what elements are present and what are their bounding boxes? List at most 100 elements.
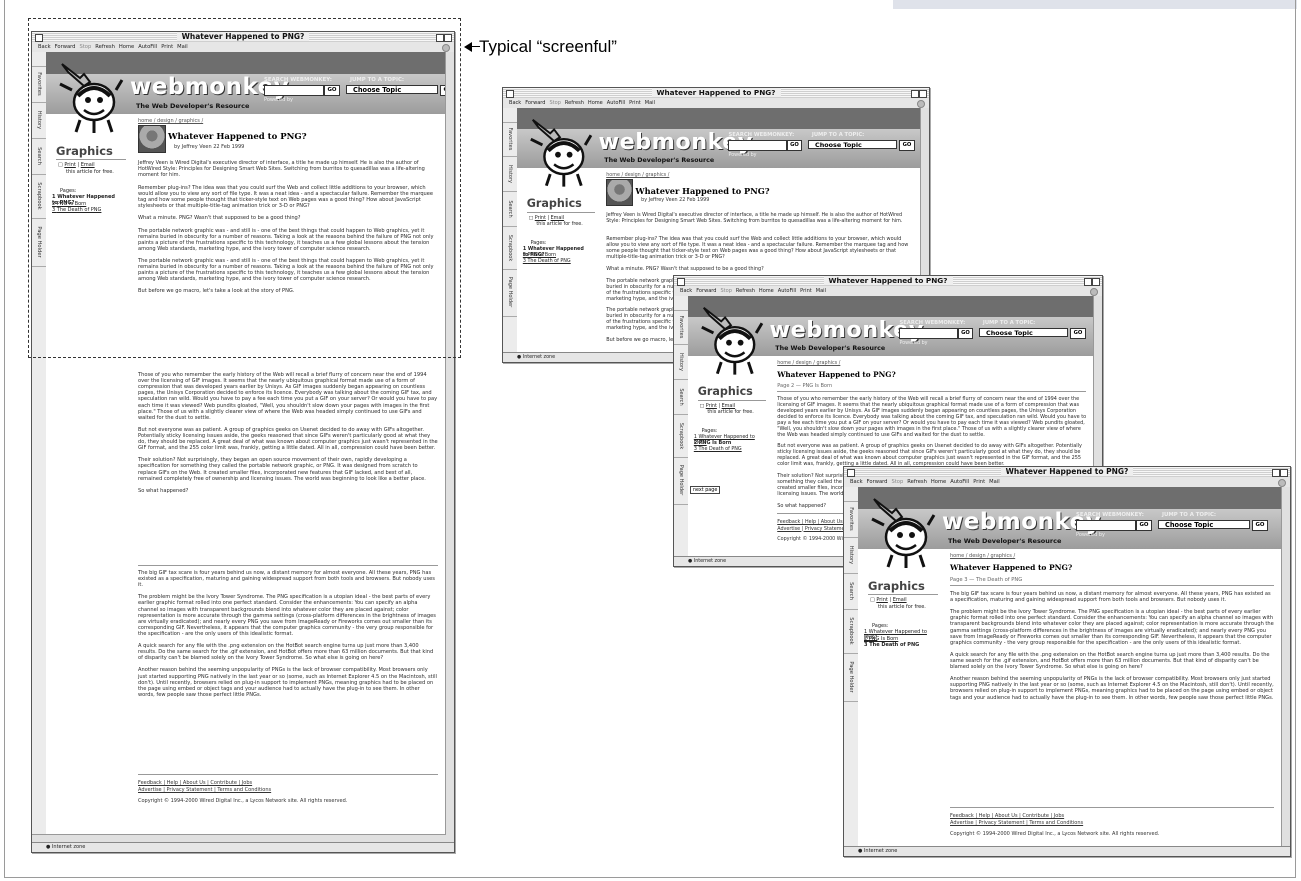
breadcrumb[interactable]: home / design / graphics / bbox=[950, 553, 1015, 559]
toolbar-refresh-button[interactable]: Refresh bbox=[565, 100, 584, 106]
breadcrumb[interactable]: home / design / graphics / bbox=[606, 172, 669, 178]
sidebar-tab-scrapbook[interactable]: Scrapbook bbox=[844, 609, 858, 654]
toolbar-autofill-button[interactable]: AutoFill bbox=[778, 288, 796, 294]
toolbar-autofill-button[interactable]: AutoFill bbox=[607, 100, 625, 106]
breadcrumb[interactable]: home / design / graphics / bbox=[777, 360, 840, 366]
topic-select[interactable]: Choose Topic bbox=[1158, 520, 1250, 529]
page-heading: Page 2 — PNG Is Born bbox=[777, 383, 833, 390]
sidebar-tab-search[interactable]: Search bbox=[674, 379, 688, 416]
page-link-2[interactable]: 2 PNG Is Born bbox=[523, 252, 591, 258]
heading-rule bbox=[950, 585, 1274, 586]
section-rule bbox=[868, 594, 938, 595]
sidebar-tab-favorites[interactable]: Favorites bbox=[674, 310, 688, 346]
sidebar-tab-scrapbook[interactable]: Scrapbook bbox=[503, 226, 517, 270]
toolbar-forward-button[interactable]: Forward bbox=[867, 479, 888, 485]
search-go-button[interactable]: GO bbox=[786, 140, 803, 151]
toolbar-stop-button[interactable]: Stop bbox=[720, 288, 731, 294]
page-link-3[interactable]: 3 The Death of PNG bbox=[694, 446, 762, 452]
toolbar-stop-button[interactable]: Stop bbox=[549, 100, 560, 106]
vertical-scrollbar[interactable] bbox=[1281, 487, 1290, 847]
sidebar-tab-search[interactable]: Search bbox=[844, 573, 858, 610]
powered-by: Powered by bbox=[1076, 532, 1105, 538]
this-article-note: this article for free. bbox=[707, 409, 754, 416]
page-link-2[interactable]: 2 PNG Is Born bbox=[864, 636, 934, 642]
toolbar-home-button[interactable]: Home bbox=[759, 288, 774, 294]
sidebar-tab-favorites[interactable]: Favorites bbox=[844, 501, 858, 538]
page-link-3[interactable]: 3 The Death of PNG bbox=[523, 258, 591, 264]
footer-links-1[interactable]: Feedback | Help | About Us | Contribute … bbox=[138, 780, 438, 787]
page-link-2[interactable]: 2 PNG Is Born bbox=[694, 440, 762, 446]
zoom-box[interactable] bbox=[911, 90, 919, 98]
topic-go-button[interactable]: GO bbox=[899, 140, 915, 151]
body-paragraph: But not everyone was as patient. A group… bbox=[777, 443, 1082, 468]
topic-select[interactable]: Choose Topic bbox=[979, 328, 1069, 337]
search-input[interactable] bbox=[899, 328, 958, 339]
explorer-bar: Favorites History Search Scrapbook Page Hold… bbox=[503, 108, 518, 353]
next-page-link[interactable]: next page bbox=[689, 486, 721, 495]
print-link[interactable]: Print bbox=[706, 403, 717, 409]
page-link-label: The Death of PNG bbox=[527, 258, 571, 265]
page-link-3[interactable]: 3 The Death of PNG bbox=[864, 642, 934, 648]
sidebar-tab-scrapbook[interactable]: Scrapbook bbox=[674, 414, 688, 458]
footer-links-2[interactable]: Advertise | Privacy Statement | Terms an… bbox=[138, 787, 438, 794]
topic-go-button[interactable]: GO bbox=[1070, 328, 1086, 339]
footer-links-2[interactable]: Advertise | Privacy Statement | Terms an… bbox=[950, 820, 1274, 827]
page-link-label: PNG Is Born bbox=[527, 252, 557, 259]
sidebar-tab-page-holder[interactable]: Page Holder bbox=[844, 653, 858, 702]
search-input[interactable] bbox=[1076, 520, 1136, 531]
sidebar-tab-label: Favorites bbox=[507, 127, 513, 151]
toolbar-mail-button[interactable]: Mail bbox=[645, 100, 655, 106]
toolbar-print-button[interactable]: Print bbox=[629, 100, 641, 106]
toolbar-mail-button[interactable]: Mail bbox=[816, 288, 826, 294]
toolbar-back-button[interactable]: Back bbox=[509, 100, 521, 106]
toolbar-stop-button[interactable]: Stop bbox=[891, 479, 903, 485]
zoom-box[interactable] bbox=[1272, 469, 1280, 477]
sidebar-tab-favorites[interactable]: Favorites bbox=[503, 122, 517, 158]
toolbar-back-button[interactable]: Back bbox=[850, 479, 863, 485]
toolbar-refresh-button[interactable]: Refresh bbox=[736, 288, 755, 294]
status-text: Internet zone bbox=[522, 354, 556, 361]
author-photo bbox=[606, 178, 634, 207]
toolbar-forward-button[interactable]: Forward bbox=[696, 288, 716, 294]
print-link[interactable]: Print bbox=[876, 597, 888, 603]
close-box[interactable] bbox=[506, 90, 514, 98]
body-paragraph: Those of you who remember the early hist… bbox=[138, 372, 438, 421]
footer-links-1[interactable]: Feedback | Help | About Us | Contribute … bbox=[950, 813, 1274, 820]
toolbar-home-button[interactable]: Home bbox=[588, 100, 603, 106]
callout-label: Typical “screenful” bbox=[479, 37, 617, 56]
close-box[interactable] bbox=[847, 469, 855, 477]
email-link[interactable]: Email bbox=[893, 597, 907, 603]
sidebar-tab-history[interactable]: History bbox=[674, 345, 688, 381]
email-link[interactable]: Email bbox=[722, 403, 735, 409]
topic-go-button[interactable]: GO bbox=[1252, 520, 1268, 531]
toolbar-back-button[interactable]: Back bbox=[680, 288, 692, 294]
toolbar-print-button[interactable]: Print bbox=[973, 479, 985, 485]
email-link[interactable]: Email bbox=[551, 215, 564, 221]
sidebar-tab-history[interactable]: History bbox=[844, 537, 858, 574]
toolbar-home-button[interactable]: Home bbox=[931, 479, 946, 485]
print-email-links: □ Print | Email bbox=[529, 215, 564, 221]
search-input[interactable] bbox=[728, 140, 787, 151]
collapse-box[interactable] bbox=[1092, 278, 1100, 286]
explorer-bar: Favorites History Search Scrapbook Page Hold… bbox=[844, 487, 859, 847]
toolbar-forward-button[interactable]: Forward bbox=[525, 100, 545, 106]
close-box[interactable] bbox=[677, 278, 685, 286]
body-paragraph: Those of you who remember the early hist… bbox=[777, 395, 1087, 438]
zoom-box[interactable] bbox=[1084, 278, 1092, 286]
window-title-wrap: Whatever Happened to PNG? bbox=[674, 276, 1102, 286]
toolbar-refresh-button[interactable]: Refresh bbox=[907, 479, 927, 485]
collapse-box[interactable] bbox=[1280, 469, 1288, 477]
toolbar-print-button[interactable]: Print bbox=[800, 288, 812, 294]
toolbar-autofill-button[interactable]: AutoFill bbox=[950, 479, 969, 485]
collapse-box[interactable] bbox=[919, 90, 927, 98]
sidebar-tab-history[interactable]: History bbox=[503, 157, 517, 193]
print-link[interactable]: Print bbox=[535, 215, 546, 221]
toolbar-mail-button[interactable]: Mail bbox=[989, 479, 1000, 485]
search-go-button[interactable]: GO bbox=[1136, 520, 1152, 531]
sidebar-tab-label: Favorites bbox=[678, 315, 684, 339]
sidebar-tab-page-holder[interactable]: Page Holder bbox=[674, 457, 688, 505]
sidebar-tab-page-holder[interactable]: Page Holder bbox=[503, 269, 517, 317]
search-go-button[interactable]: GO bbox=[957, 328, 974, 339]
sidebar-tab-search[interactable]: Search bbox=[503, 191, 517, 228]
topic-select[interactable]: Choose Topic bbox=[808, 140, 898, 149]
